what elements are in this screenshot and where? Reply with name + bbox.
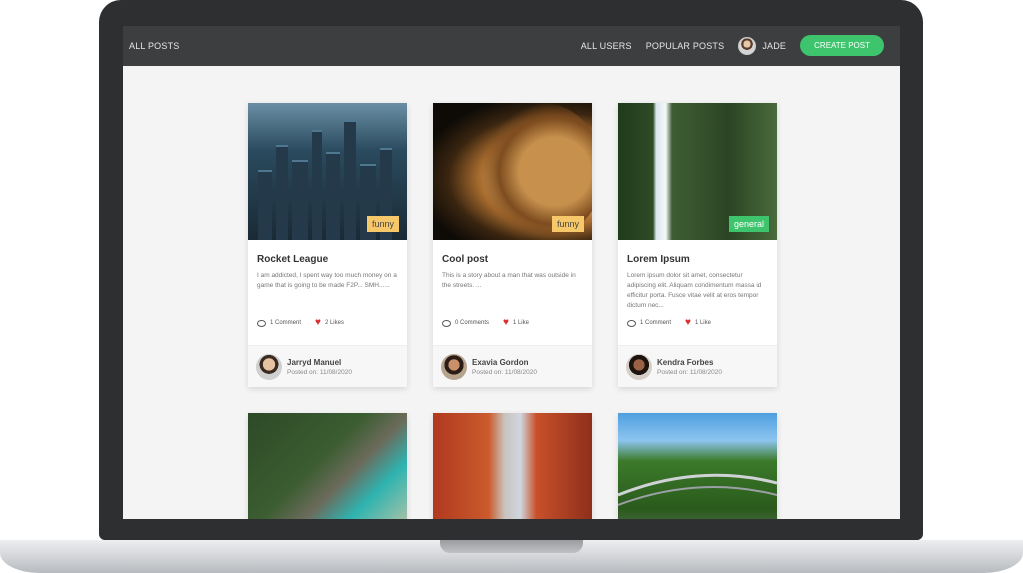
author-name[interactable]: Kendra Forbes <box>657 358 722 367</box>
nav-popular-posts[interactable]: POPULAR POSTS <box>646 41 725 51</box>
laptop-notch <box>440 540 583 553</box>
post-image-autumn-road <box>433 413 592 519</box>
comments-stat[interactable]: 0 Comments <box>442 319 490 327</box>
comments-count: 1 Comment <box>640 320 672 326</box>
post-card[interactable] <box>618 413 777 519</box>
post-image-city: funny <box>248 103 407 240</box>
author-avatar[interactable] <box>441 353 467 380</box>
post-image-bridge <box>618 413 777 519</box>
post-image-waterfall: general <box>618 103 777 240</box>
posted-date: Posted on: 11/08/2020 <box>657 368 722 376</box>
comments-count: 0 Comments <box>455 320 490 326</box>
posted-date: Posted on: 11/08/2020 <box>472 368 537 376</box>
heart-icon: ♥ <box>315 317 321 328</box>
post-body: Cool post This is a story about a man th… <box>433 240 592 345</box>
author-avatar[interactable] <box>626 353 652 380</box>
nav-right: ALL USERS POPULAR POSTS JADE CREATE POST <box>581 35 884 56</box>
comment-icon <box>257 319 266 327</box>
post-excerpt: This is a story about a man that was out… <box>442 272 576 289</box>
bridge-arch <box>618 473 777 506</box>
post-stats: 1 Comment ♥ 1 Like <box>627 317 721 328</box>
post-card[interactable]: funny Cool post This is a story about a … <box>433 103 592 387</box>
create-post-button[interactable]: CREATE POST <box>800 35 884 56</box>
post-body: Rocket League I am addicted, I spent way… <box>248 240 407 345</box>
post-excerpt: I am addicted, I spent way too much mone… <box>257 272 397 289</box>
post-image-lion: funny <box>433 103 592 240</box>
post-title[interactable]: Rocket League <box>257 254 398 265</box>
heart-icon: ♥ <box>503 317 509 328</box>
post-footer: Jarryd Manuel Posted on: 11/08/2020 <box>248 345 407 387</box>
post-card[interactable] <box>433 413 592 519</box>
post-card[interactable]: general Lorem Ipsum Lorem ipsum dolor si… <box>618 103 777 387</box>
author-avatar[interactable] <box>256 353 282 380</box>
comment-icon <box>442 319 451 327</box>
app-screen: ALL POSTS ALL USERS POPULAR POSTS JADE C… <box>123 26 900 519</box>
nav-all-posts[interactable]: ALL POSTS <box>129 41 180 51</box>
user-menu[interactable]: JADE <box>738 36 787 55</box>
navbar: ALL POSTS ALL USERS POPULAR POSTS JADE C… <box>123 26 900 66</box>
likes-stat[interactable]: ♥ 1 Like <box>503 317 529 328</box>
post-card[interactable]: funny Rocket League I am addicted, I spe… <box>248 103 407 387</box>
post-image-coastline <box>248 413 407 519</box>
posted-date: Posted on: 11/08/2020 <box>287 368 352 376</box>
avatar <box>738 36 757 55</box>
post-footer: Kendra Forbes Posted on: 11/08/2020 <box>618 345 777 387</box>
heart-icon: ♥ <box>685 317 691 328</box>
author-name[interactable]: Exavia Gordon <box>472 358 537 367</box>
likes-stat[interactable]: ♥ 1 Like <box>685 317 711 328</box>
likes-count: 1 Like <box>512 320 529 326</box>
username: JADE <box>762 40 787 51</box>
likes-stat[interactable]: ♥ 2 Likes <box>315 317 344 328</box>
post-excerpt: Lorem ipsum dolor sit amet, consectetur … <box>627 272 762 309</box>
likes-count: 2 Likes <box>324 320 344 326</box>
comment-icon <box>627 319 636 327</box>
post-tag[interactable]: funny <box>366 216 399 232</box>
post-tag[interactable]: general <box>728 216 769 232</box>
nav-all-users[interactable]: ALL USERS <box>581 41 632 51</box>
post-title[interactable]: Lorem Ipsum <box>627 254 768 265</box>
likes-count: 1 Like <box>694 320 711 326</box>
post-footer: Exavia Gordon Posted on: 11/08/2020 <box>433 345 592 387</box>
post-tag[interactable]: funny <box>551 216 584 232</box>
post-stats: 0 Comments ♥ 1 Like <box>442 317 539 328</box>
comments-stat[interactable]: 1 Comment <box>257 319 302 327</box>
post-stats: 1 Comment ♥ 2 Likes <box>257 317 354 328</box>
comments-count: 1 Comment <box>270 320 302 326</box>
author-name[interactable]: Jarryd Manuel <box>287 358 352 367</box>
post-title[interactable]: Cool post <box>442 254 583 265</box>
post-card[interactable] <box>248 413 407 519</box>
comments-stat[interactable]: 1 Comment <box>627 319 672 327</box>
post-body: Lorem Ipsum Lorem ipsum dolor sit amet, … <box>618 240 777 345</box>
